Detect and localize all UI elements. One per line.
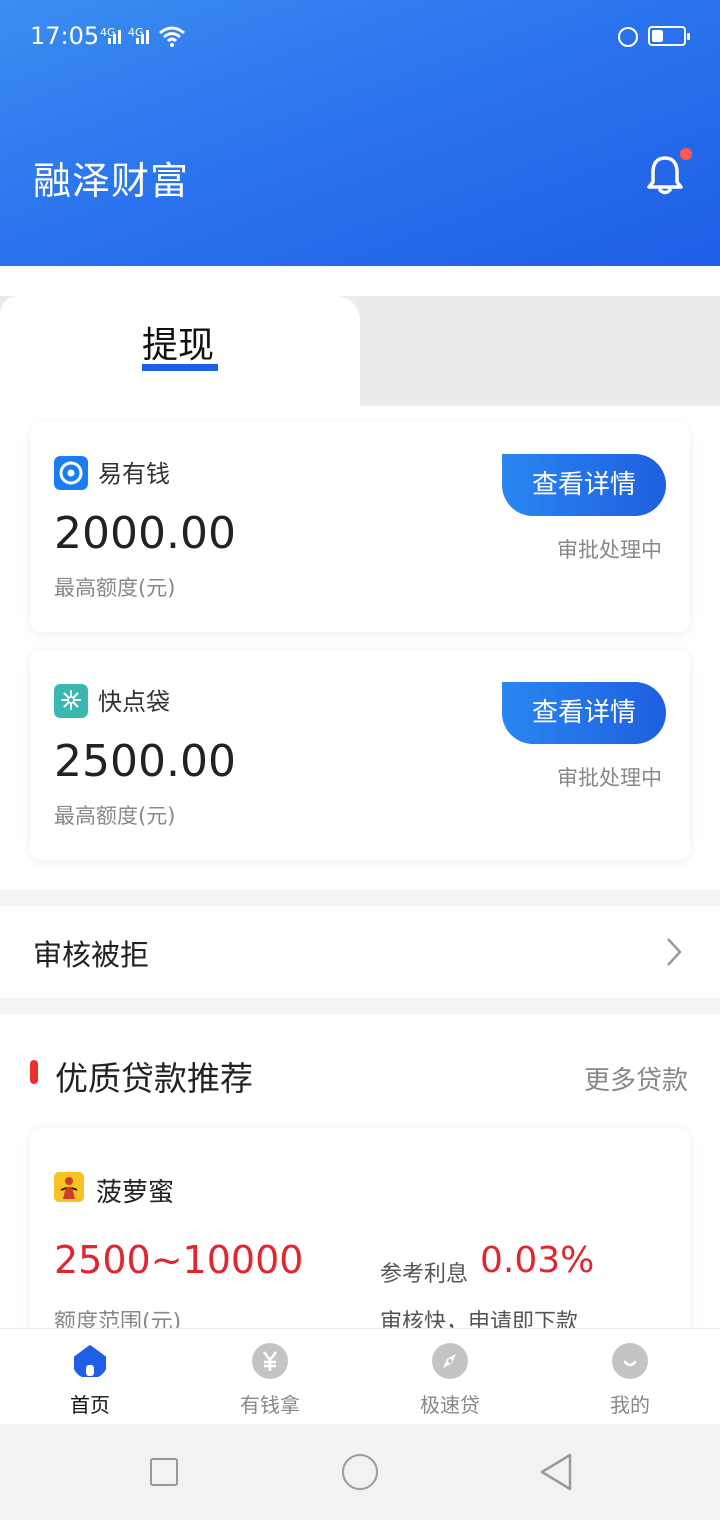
rate-value: 0.03% [480, 1240, 595, 1281]
loan-name: 快点袋 [98, 688, 170, 716]
tab-jisudai[interactable]: 极速贷 [360, 1329, 540, 1425]
battery-level [652, 30, 663, 42]
section-marker [30, 1060, 38, 1084]
back-button[interactable] [538, 1452, 574, 1492]
recommend-name: 菠萝蜜 [96, 1178, 175, 1208]
notification-badge [680, 148, 692, 160]
loan-amount-label: 最高额度(元) [54, 576, 176, 600]
battery-icon [648, 26, 690, 46]
smile-icon [612, 1343, 648, 1379]
recents-button[interactable] [150, 1458, 178, 1486]
tab-label: 首页 [70, 1393, 110, 1417]
rejected-row[interactable]: 审核被拒 [0, 906, 720, 998]
tab-home[interactable]: 首页 [0, 1329, 180, 1425]
yuan-icon [252, 1343, 288, 1379]
loan-card: 快点袋 2500.00 最高额度(元) 查看详情 审批处理中 [30, 650, 690, 860]
view-details-button[interactable]: 查看详情 [502, 454, 666, 516]
kuaidiandai-logo-icon [54, 684, 88, 718]
tab-inactive[interactable] [360, 296, 720, 388]
loan-status: 审批处理中 [557, 538, 662, 562]
signal-icon-2 [132, 26, 152, 44]
tab-mine[interactable]: 我的 [540, 1329, 720, 1425]
bottom-tab-bar: 首页 有钱拿 极速贷 我的 [0, 1328, 720, 1424]
rejected-label: 审核被拒 [33, 938, 150, 972]
chevron-right-icon [667, 938, 682, 966]
app-title: 融泽财富 [33, 159, 190, 203]
status-bar: 17:05 4G 4G [0, 0, 720, 70]
boluomi-logo-icon [54, 1172, 84, 1202]
system-nav-bar [0, 1424, 720, 1520]
tab-underline [142, 364, 218, 371]
wifi-icon [159, 26, 185, 47]
tab-label: 我的 [610, 1393, 650, 1417]
rate-label: 参考利息 [380, 1262, 469, 1287]
loan-name: 易有钱 [98, 460, 170, 488]
loan-card: 易有钱 2000.00 最高额度(元) 查看详情 审批处理中 [30, 422, 690, 632]
view-details-button[interactable]: 查看详情 [502, 682, 666, 744]
section-title: 优质贷款推荐 [55, 1059, 253, 1098]
signal-icon [104, 26, 124, 44]
tab-label: 有钱拿 [240, 1393, 300, 1417]
rotation-lock-icon [618, 27, 638, 47]
home-button[interactable] [342, 1454, 378, 1490]
loan-status: 审批处理中 [557, 766, 662, 790]
bell-icon[interactable] [644, 152, 686, 196]
compass-icon [432, 1343, 468, 1379]
more-loans-link[interactable]: 更多贷款 [584, 1060, 688, 1097]
loan-range: 2500~10000 [54, 1238, 304, 1282]
status-time: 17:05 [30, 22, 100, 50]
yiyouqian-logo-icon [54, 456, 88, 490]
recommend-card[interactable]: 菠萝蜜 2500~10000 额度范围(元) 参考利息 0.03% 审核快，申请… [30, 1128, 690, 1348]
loan-amount: 2500.00 [54, 736, 236, 787]
tab-label: 极速贷 [420, 1393, 480, 1417]
tab-withdraw-label[interactable]: 提现 [142, 316, 214, 368]
loan-amount: 2000.00 [54, 508, 236, 559]
tab-youqianna[interactable]: 有钱拿 [180, 1329, 360, 1425]
loan-amount-label: 最高额度(元) [54, 804, 176, 828]
home-icon [74, 1345, 106, 1377]
